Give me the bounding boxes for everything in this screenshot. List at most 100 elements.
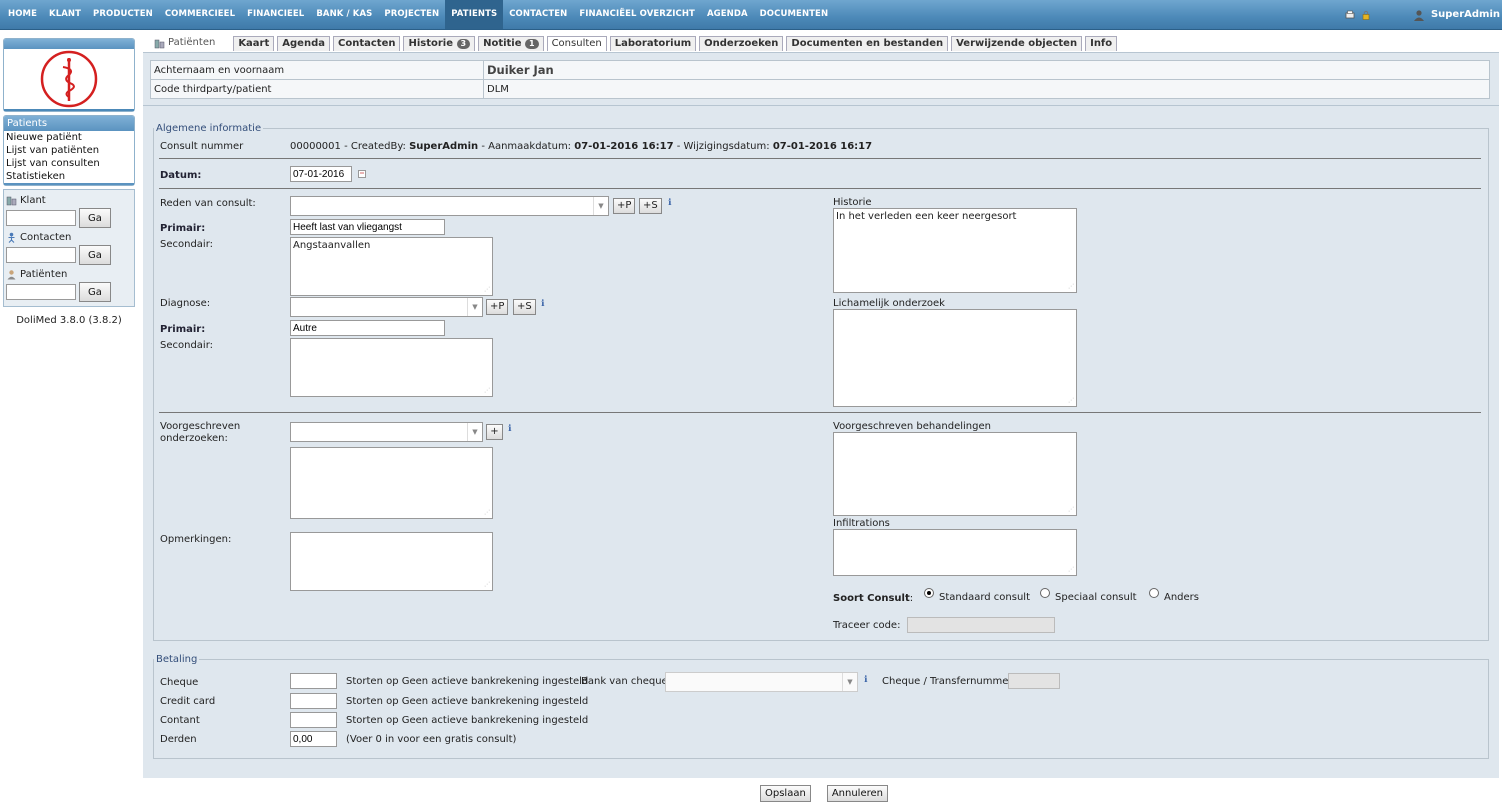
quick-search: Klant Ga Contacten Ga Patiënten Ga <box>3 189 135 307</box>
diagnose-primary-input[interactable] <box>290 320 445 336</box>
info-icon[interactable]: ℹ <box>668 198 671 208</box>
consult-type-other-radio[interactable] <box>1149 588 1159 598</box>
modified-date: 07-01-2016 16:17 <box>772 141 873 152</box>
history-textarea[interactable]: In het verleden een keer neergesort ⋰ <box>833 208 1077 293</box>
remarks-label: Opmerkingen: <box>160 534 232 545</box>
search-patienten-button[interactable]: Ga <box>79 282 111 302</box>
patient-icon <box>7 270 16 280</box>
tab-consulten[interactable]: Consulten <box>546 36 607 51</box>
cheque-bank-select[interactable]: ▼ <box>665 672 858 692</box>
menu-documenten[interactable]: DOCUMENTEN <box>754 0 835 29</box>
menu-agenda[interactable]: AGENDA <box>701 0 754 29</box>
exams-textarea[interactable]: ⋰ <box>290 447 493 519</box>
menu-producten[interactable]: PRODUCTEN <box>87 0 159 29</box>
reason-select[interactable]: ▼ <box>290 196 609 216</box>
remarks-textarea[interactable]: ⋰ <box>290 532 493 591</box>
chevron-down-icon: ▼ <box>467 423 482 441</box>
menu-financieel-overzicht[interactable]: FINANCIËEL OVERZICHT <box>573 0 701 29</box>
search-contacten-button[interactable]: Ga <box>79 245 111 265</box>
tab-onderzoeken[interactable]: Onderzoeken <box>699 36 784 51</box>
cheque-bank-label: Bank van cheque <box>581 676 668 687</box>
consult-type-special-label: Speciaal consult <box>1055 592 1137 603</box>
tab-contacten[interactable]: Contacten <box>333 36 401 51</box>
nav-new-patient[interactable]: Nieuwe patiënt <box>4 131 134 144</box>
lock-icon[interactable] <box>1361 10 1371 20</box>
exams-select[interactable]: ▼ <box>290 422 483 442</box>
third-party-input[interactable] <box>290 731 337 747</box>
tab-documenten[interactable]: Documenten en bestanden <box>786 36 949 51</box>
date-input[interactable] <box>290 166 352 182</box>
menu-home[interactable]: HOME <box>2 0 43 29</box>
created-by: SuperAdmin <box>409 141 479 152</box>
tab-patienten[interactable]: Patiënten <box>150 36 219 50</box>
cash-label: Contant <box>160 715 200 726</box>
diagnose-add-secondary-button[interactable]: +S <box>513 299 536 315</box>
tab-agenda[interactable]: Agenda <box>277 36 330 51</box>
credit-card-deposit-text: Storten op Geen actieve bankrekening ing… <box>346 696 589 707</box>
trace-code-input <box>907 617 1055 633</box>
info-icon[interactable]: ℹ <box>864 675 867 685</box>
consult-type-standard-radio[interactable] <box>924 588 934 598</box>
trace-code-label: Traceer code: <box>833 620 901 631</box>
chevron-down-icon: ▼ <box>593 197 608 215</box>
reason-primary-label: Primair: <box>160 223 206 234</box>
tab-historie[interactable]: Historie 3 <box>403 36 476 51</box>
cash-input[interactable] <box>290 712 337 728</box>
diagnose-add-primary-button[interactable]: +P <box>486 299 509 315</box>
diagnose-select[interactable]: ▼ <box>290 297 483 317</box>
print-icon[interactable] <box>1345 10 1355 20</box>
menu-projecten[interactable]: PROJECTEN <box>378 0 445 29</box>
tab-laboratorium[interactable]: Laboratorium <box>609 36 697 51</box>
menu-bank-kas[interactable]: BANK / KAS <box>310 0 378 29</box>
nav-statistics[interactable]: Statistieken <box>4 170 134 183</box>
menu-commercieel[interactable]: COMMERCIEEL <box>159 0 241 29</box>
save-button[interactable]: Opslaan <box>760 785 811 802</box>
consult-number-label: Consult nummer <box>160 141 244 152</box>
reason-add-primary-button[interactable]: +P <box>613 198 636 214</box>
search-contacten-label: Contacten <box>20 232 72 243</box>
reason-secondary-label: Secondair: <box>160 239 214 250</box>
consult-type-standard-label: Standaard consult <box>939 592 1031 603</box>
notitie-count-badge: 1 <box>525 39 539 49</box>
tab-notitie[interactable]: Notitie 1 <box>478 36 544 51</box>
consult-form-area: Algemene informatie Consult nummer 00000… <box>143 106 1499 778</box>
medical-logo-icon[interactable] <box>39 49 99 109</box>
version-label: DoliMed 3.8.0 (3.8.2) <box>16 315 122 326</box>
calendar-icon[interactable] <box>358 170 366 178</box>
patients-nav: Patients Nieuwe patiënt Lijst van patiën… <box>3 115 135 186</box>
credit-card-input[interactable] <box>290 693 337 709</box>
cheque-input[interactable] <box>290 673 337 689</box>
infiltrations-textarea[interactable]: ⋰ <box>833 529 1077 576</box>
cancel-button[interactable]: Annuleren <box>826 785 888 802</box>
search-klant-button[interactable]: Ga <box>79 208 111 228</box>
consult-type-special-radio[interactable] <box>1040 588 1050 598</box>
tab-verwijzende-objecten[interactable]: Verwijzende objecten <box>951 36 1083 51</box>
search-contacten-input[interactable] <box>6 247 76 263</box>
exams-add-button[interactable]: + <box>486 424 503 440</box>
search-patienten-input[interactable] <box>6 284 76 300</box>
third-party-label: Derden <box>160 734 197 745</box>
reason-add-secondary-button[interactable]: +S <box>639 198 662 214</box>
reason-primary-input[interactable] <box>290 219 445 235</box>
tab-info[interactable]: Info <box>1085 36 1118 51</box>
menu-klant[interactable]: KLANT <box>43 0 87 29</box>
physical-exam-textarea[interactable]: ⋰ <box>833 309 1077 407</box>
menu-financieel[interactable]: FINANCIEEL <box>241 0 310 29</box>
patient-name: Duiker Jan <box>483 60 1490 80</box>
diagnose-secondary-textarea[interactable]: ⋰ <box>290 338 493 397</box>
treatments-textarea[interactable]: ⋰ <box>833 432 1077 516</box>
info-icon[interactable]: ℹ <box>541 299 544 309</box>
nav-patient-list[interactable]: Lijst van patiënten <box>4 144 134 157</box>
diagnose-secondary-label: Secondair: <box>160 340 214 351</box>
info-icon[interactable]: ℹ <box>508 424 511 434</box>
nav-consult-list[interactable]: Lijst van consulten <box>4 157 134 170</box>
current-user[interactable]: SuperAdmin <box>1431 9 1500 20</box>
tab-kaart[interactable]: Kaart <box>233 36 275 51</box>
reason-secondary-textarea[interactable]: Angstaanvallen ⋰ <box>290 237 493 296</box>
patient-code: DLM <box>483 79 1490 99</box>
search-klant-input[interactable] <box>6 210 76 226</box>
menu-contacten[interactable]: CONTACTEN <box>503 0 573 29</box>
general-info-legend: Algemene informatie <box>156 123 262 134</box>
menu-patients[interactable]: PATIENTS <box>445 0 504 29</box>
consult-type-label: Soort Consult: <box>833 593 914 604</box>
